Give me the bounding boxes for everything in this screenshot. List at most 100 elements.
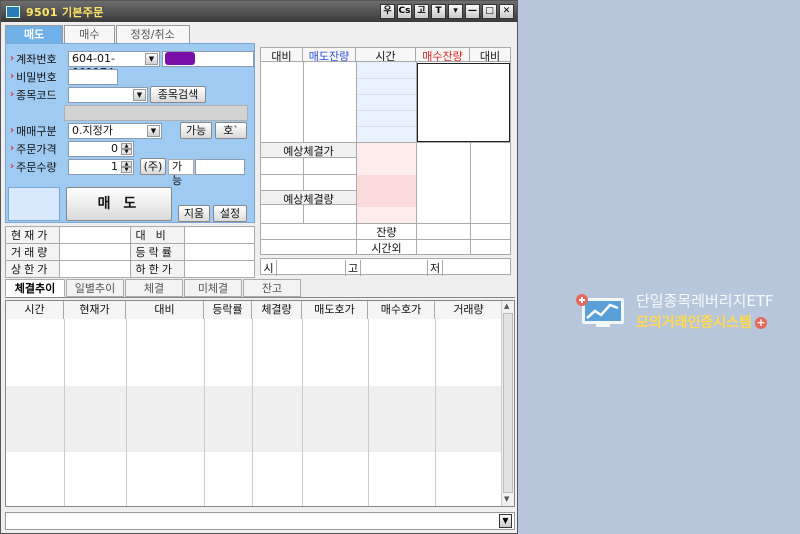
chevron-down-icon[interactable]: ▼ <box>133 88 146 101</box>
redacted-mask <box>165 51 195 65</box>
trade-type-value: 0.지정가 <box>72 123 113 137</box>
price-stepper[interactable]: 0 ▲ ▼ <box>68 140 134 157</box>
col-volume-traded[interactable]: 체결량 <box>252 301 302 319</box>
minimize-icon[interactable]: — <box>465 4 480 19</box>
qty-row: › 주문수량 1 ▲ ▼ (주) 가능 <box>10 158 245 187</box>
maximize-icon[interactable]: □ <box>482 4 497 19</box>
current-price-label: 현재가 <box>5 226 60 244</box>
header-time: 시간 <box>356 48 416 63</box>
col-ask-price[interactable]: 매도호가 <box>302 301 368 319</box>
vertical-scrollbar[interactable]: ▲ ▼ <box>501 301 514 506</box>
change-label: 대비 <box>129 226 185 244</box>
order-type-tabs: 매도 매수 정정/취소 <box>5 25 191 43</box>
capture-icon[interactable]: Cs <box>397 4 412 19</box>
trade-type-label: 매매구분 <box>16 124 57 138</box>
tab-sell[interactable]: 매도 <box>5 25 64 43</box>
tab-unexecuted[interactable]: 미체결 <box>184 279 242 297</box>
tab-balance[interactable]: 잔고 <box>243 279 301 297</box>
arrow-icon: › <box>10 89 15 100</box>
account-select[interactable]: 604-01-001174 ▼ <box>68 50 160 79</box>
tab-modify-cancel[interactable]: 정정/취소 <box>115 25 190 43</box>
available-button[interactable]: 가능 <box>180 122 212 139</box>
header-change-left: 대비 <box>261 48 303 63</box>
col-bid-price[interactable]: 매수호가 <box>368 301 435 319</box>
tab-executed[interactable]: 체결 <box>125 279 183 297</box>
brand-line1: 단일종목레버리지ETF <box>636 292 774 310</box>
change-rate-label: 등락률 <box>129 243 185 261</box>
close-icon[interactable]: ✕ <box>499 4 514 19</box>
menu-dropdown-icon[interactable]: ▾ <box>448 4 463 19</box>
font-icon[interactable]: T <box>431 4 446 19</box>
clear-button[interactable]: 지움 <box>178 205 210 222</box>
password-row: › 비밀번호 <box>10 68 118 85</box>
account-label: 계좌번호 <box>16 52 57 66</box>
trade-type-select[interactable]: 0.지정가 ▼ <box>68 122 162 139</box>
arrow-icon: › <box>10 143 15 154</box>
scroll-down-icon[interactable]: ▼ <box>504 495 509 503</box>
stepper-down-icon[interactable]: ▼ <box>121 148 132 155</box>
quote-button[interactable]: 호` <box>215 122 247 139</box>
unit-button[interactable]: (주) <box>140 158 166 175</box>
ohlc-bar: 시 고 저 <box>260 258 511 276</box>
tab-trade-trend[interactable]: 체결추이 <box>5 279 65 297</box>
col-total-volume[interactable]: 거래량 <box>435 301 502 319</box>
brand-banner: 단일종목레버리지ETF 모의거래인증시스템 + <box>572 286 800 334</box>
col-change[interactable]: 대비 <box>126 301 204 319</box>
chevron-down-icon[interactable]: ▼ <box>145 52 158 65</box>
arrow-icon: › <box>10 71 15 82</box>
code-select[interactable]: ▼ <box>68 86 148 103</box>
chevron-down-icon[interactable]: ▼ <box>147 124 160 137</box>
tab-buy[interactable]: 매수 <box>64 25 115 43</box>
price-row: › 주문가격 0 ▲ ▼ <box>10 140 134 157</box>
table-row: 현재가 대비 <box>5 226 255 244</box>
col-price[interactable]: 현재가 <box>64 301 126 319</box>
scroll-thumb[interactable] <box>503 313 513 493</box>
volume-label: 거래량 <box>5 243 60 261</box>
scroll-up-icon[interactable]: ▲ <box>504 302 509 310</box>
qty-label: 주문수량 <box>16 160 57 174</box>
sell-button[interactable]: 매 도 <box>66 187 172 221</box>
code-row: › 종목코드 ▼ 종목검색 <box>10 86 206 103</box>
open-label: 시 <box>261 260 277 276</box>
message-bar[interactable]: ▼ <box>5 512 515 530</box>
trade-grid: 시간 현재가 대비 등락률 체결량 매도호가 매수호가 거래량 ▲ ▼ <box>5 300 515 507</box>
account-name-field <box>162 50 254 67</box>
current-price-value <box>59 226 131 244</box>
col-change-rate[interactable]: 등락률 <box>204 301 252 319</box>
order-form-panel: ›계좌번호 604-01-001174 ▼ ›비밀번호 ›종목코드 ▼ 종목검색… <box>5 43 255 223</box>
expected-volume-label: 예상체결량 <box>261 190 356 206</box>
brand-line2: 모의거래인증시스템 + <box>636 312 767 332</box>
print-icon[interactable]: 고 <box>414 4 429 19</box>
window-title: 9501 기본주문 <box>26 5 104 19</box>
stepper-down-icon[interactable]: ▼ <box>121 166 132 173</box>
stock-search-button[interactable]: 종목검색 <box>150 86 206 103</box>
trade-type-row: › 매매구분 0.지정가 ▼ 가능 호` <box>10 122 247 139</box>
table-row: 상한가 하한가 <box>5 260 255 278</box>
grid-header: 시간 현재가 대비 등락률 체결량 매도호가 매수호가 거래량 <box>6 301 502 319</box>
stock-name-display <box>64 105 248 121</box>
plus-icon: + <box>754 316 767 329</box>
low-label: 저 <box>427 260 443 276</box>
table-row: 거래량 등락률 <box>5 243 255 261</box>
col-time[interactable]: 시간 <box>6 301 64 319</box>
quote-summary-table: 현재가 대비 거래량 등락률 상한가 하한가 <box>5 226 255 278</box>
qty-available-value <box>195 158 245 175</box>
expected-price-label: 예상체결가 <box>261 143 356 158</box>
chevron-down-icon[interactable]: ▼ <box>499 514 512 528</box>
password-input[interactable] <box>68 68 118 85</box>
pin-icon[interactable]: 우 <box>380 4 395 19</box>
change-rate-value <box>183 243 255 261</box>
order-window: 9501 기본주문 우 Cs 고 T ▾ — □ ✕ 매도 매수 정정/취소 ›… <box>0 0 518 534</box>
qty-stepper[interactable]: 1 ▲ ▼ <box>68 158 134 175</box>
tab-daily-trend[interactable]: 일별추이 <box>66 279 124 297</box>
title-bar[interactable]: 9501 기본주문 우 Cs 고 T ▾ — □ ✕ <box>1 1 517 22</box>
lower-limit-label: 하한가 <box>129 260 185 278</box>
volume-value <box>59 243 131 261</box>
password-label: 비밀번호 <box>16 70 57 84</box>
qty-value: 1 <box>111 159 118 173</box>
account-row: ›계좌번호 604-01-001174 ▼ <box>10 50 254 79</box>
header-change-right: 대비 <box>479 50 501 63</box>
header-bid-volume: 매수잔량 <box>416 48 470 63</box>
settings-button[interactable]: 설정 <box>213 205 247 222</box>
grid-band <box>6 386 502 452</box>
